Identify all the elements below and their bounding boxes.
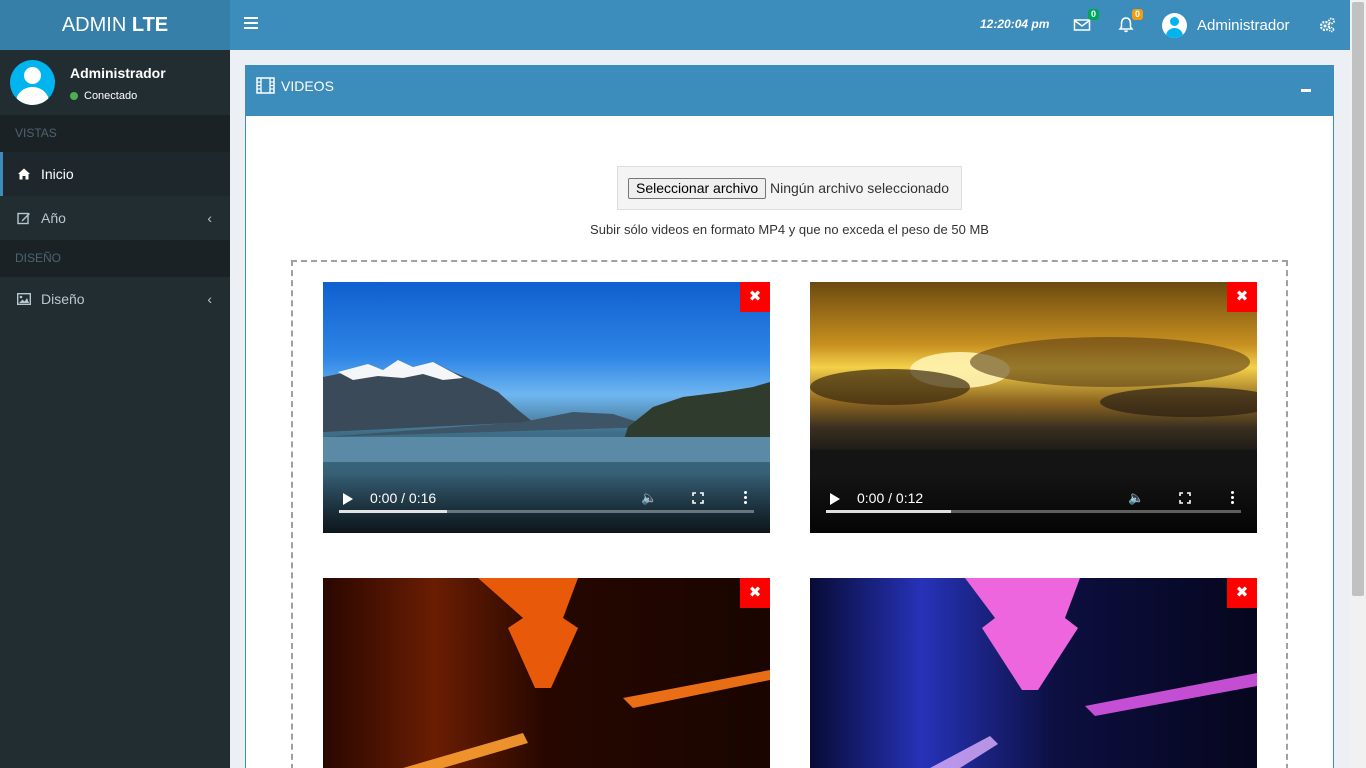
sidebar: Administrador Conectado VISTAS Inicio Añ…: [0, 50, 230, 768]
video-controls: 0:00 / 0:12 🔈: [810, 473, 1257, 533]
video-timecode: 0:00 / 0:12: [857, 490, 924, 506]
video-progress-track[interactable]: [339, 510, 754, 513]
user-panel: Administrador Conectado: [0, 50, 230, 115]
collapse-minus-icon[interactable]: [1301, 89, 1311, 92]
notifications-badge: 0: [1131, 9, 1143, 20]
top-navbar: 12:20:04 pm 0 0 Administrador: [230, 0, 1350, 50]
sidebar-item-label: Año: [41, 210, 66, 226]
file-status-text: Ningún archivo seleccionado: [770, 180, 949, 196]
user-avatar: [10, 60, 55, 105]
logo-text-bold: LTE: [131, 14, 169, 36]
messages-badge: 0: [1087, 9, 1099, 20]
video-player[interactable]: ✖ 0:00 / 0:16 🔈: [323, 282, 770, 533]
sidebar-header-diseno: DISEÑO: [0, 240, 230, 277]
home-icon: [18, 168, 30, 180]
upload-hint-text: Subir sólo videos en formato MP4 y que n…: [590, 222, 989, 237]
delete-video-button[interactable]: ✖: [740, 282, 770, 312]
user-status-text: Conectado: [84, 90, 138, 102]
sidebar-item-diseno[interactable]: Diseño ‹: [0, 277, 230, 321]
fullscreen-icon[interactable]: [692, 492, 704, 504]
video-thumbnail-orange-arrow: [403, 578, 770, 768]
chevron-left-icon: ‹: [207, 291, 212, 307]
video-player[interactable]: ✖ 0:00 / 0:12 🔈: [810, 282, 1257, 533]
app-logo[interactable]: ADMIN LTE: [0, 0, 230, 50]
play-icon[interactable]: [343, 493, 353, 505]
video-player[interactable]: ✖: [323, 578, 770, 768]
video-thumbnail-sunset: [810, 337, 1257, 472]
user-avatar-icon: [1162, 12, 1187, 38]
video-buffer-bar: [339, 510, 447, 513]
videos-box-header: VIDEOS: [246, 66, 1333, 116]
user-status: Conectado: [70, 90, 137, 102]
sidebar-toggle-icon[interactable]: [244, 17, 258, 31]
play-icon[interactable]: [830, 493, 840, 505]
user-panel-name: Administrador: [70, 65, 166, 81]
volume-icon[interactable]: 🔈: [641, 490, 657, 506]
page-scrollbar[interactable]: [1350, 0, 1366, 768]
sidebar-item-inicio[interactable]: Inicio: [0, 152, 230, 196]
user-menu[interactable]: Administrador: [1162, 12, 1290, 38]
videos-box-title: VIDEOS: [281, 78, 334, 94]
video-thumbnail-pink-arrow: [930, 578, 1257, 768]
clock-display: 12:20:04 pm: [980, 17, 1050, 31]
image-icon: [17, 293, 31, 306]
volume-icon[interactable]: 🔈: [1128, 490, 1144, 506]
edit-icon: [17, 212, 30, 225]
sidebar-item-label: Inicio: [41, 166, 74, 182]
delete-video-button[interactable]: ✖: [740, 578, 770, 608]
video-player[interactable]: ✖: [810, 578, 1257, 768]
header-user-name: Administrador: [1197, 16, 1290, 34]
online-status-dot-icon: [70, 92, 78, 100]
select-file-button[interactable]: Seleccionar archivo: [628, 178, 767, 199]
messages-icon[interactable]: 0: [1073, 9, 1099, 34]
video-buffer-bar: [826, 510, 951, 513]
delete-video-button[interactable]: ✖: [1227, 282, 1257, 312]
more-options-icon[interactable]: [1231, 491, 1235, 506]
sidebar-header-vistas: VISTAS: [0, 115, 230, 152]
video-controls: 0:00 / 0:16 🔈: [323, 473, 770, 533]
scrollbar-thumb[interactable]: [1352, 2, 1364, 596]
video-progress-track[interactable]: [826, 510, 1241, 513]
file-upload-input[interactable]: Seleccionar archivo Ningún archivo selec…: [617, 166, 962, 210]
sidebar-item-ano[interactable]: Año ‹: [0, 196, 230, 240]
chevron-left-icon: ‹: [207, 210, 212, 226]
delete-video-button[interactable]: ✖: [1227, 578, 1257, 608]
video-thumbnail-mountains: [323, 360, 770, 462]
logo-text-normal: ADMIN: [61, 14, 132, 36]
more-options-icon[interactable]: [744, 491, 748, 506]
settings-gears-icon[interactable]: [1318, 16, 1336, 34]
sidebar-item-label: Diseño: [41, 291, 85, 307]
film-icon: [256, 77, 275, 94]
fullscreen-icon[interactable]: [1179, 492, 1191, 504]
notifications-icon[interactable]: 0: [1117, 9, 1143, 34]
video-timecode: 0:00 / 0:16: [370, 490, 437, 506]
